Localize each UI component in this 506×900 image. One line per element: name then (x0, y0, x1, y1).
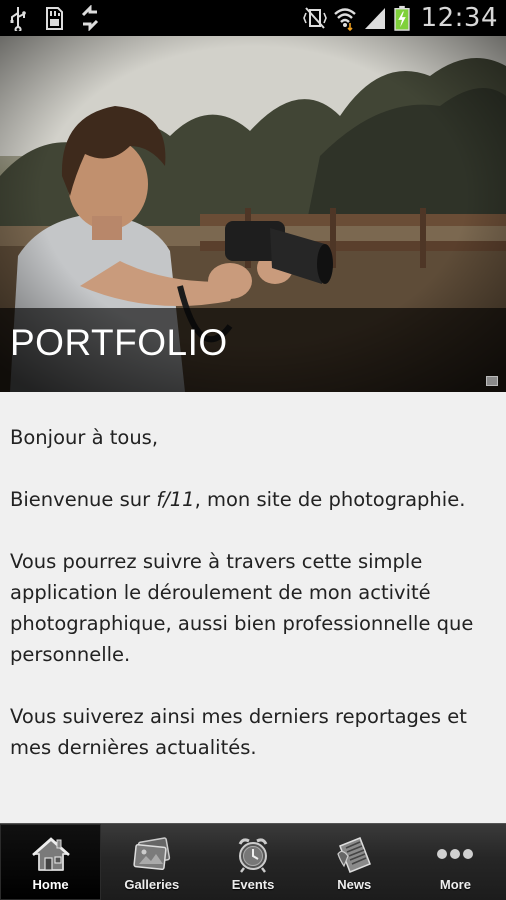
greeting-paragraph: Bonjour à tous, (10, 426, 159, 449)
newspaper-icon (332, 834, 376, 874)
site-name: f/11 (156, 488, 195, 511)
page-title: PORTFOLIO (10, 322, 228, 363)
tab-galleries[interactable]: Galleries (101, 824, 202, 900)
house-icon (29, 834, 73, 874)
welcome-suffix: , mon site de photographie. (194, 488, 466, 511)
sync-icon (78, 4, 102, 32)
status-left-icons (6, 4, 102, 33)
sd-card-icon (42, 5, 66, 31)
more-dots-icon (433, 834, 477, 874)
battery-charging-icon (393, 5, 411, 31)
signal-icon (363, 5, 387, 31)
vibrate-icon (302, 5, 327, 31)
tab-home[interactable]: Home (0, 824, 102, 900)
tab-events-label: Events (231, 877, 275, 892)
hero-banner: PORTFOLIO (0, 36, 506, 392)
welcome-prefix: Bienvenue sur (10, 488, 157, 511)
status-right-icons: 12:34 (302, 2, 498, 34)
photos-icon (130, 834, 174, 874)
tab-more-label: More (439, 877, 471, 892)
tab-more[interactable]: More (405, 824, 506, 900)
alarm-clock-icon (231, 834, 275, 874)
tab-home-label: Home (32, 877, 69, 892)
welcome-text: Bonjour à tous, Bienvenue sur f/11, mon … (0, 392, 506, 823)
tab-news-label: News (337, 877, 372, 892)
wifi-icon (333, 5, 357, 32)
welcome-paragraph: Bienvenue sur f/11, mon site de photogra… (10, 484, 496, 515)
tab-news[interactable]: News (304, 824, 405, 900)
tab-events[interactable]: Events (202, 824, 303, 900)
usb-icon (6, 5, 30, 33)
bottom-tab-bar: Home Galleries Events News More (0, 823, 506, 900)
intro-paragraph: Vous pourrez suivre à travers cette simp… (10, 550, 474, 666)
outro-paragraph: Vous suiverez ainsi mes derniers reporta… (10, 705, 467, 759)
status-bar: 12:34 (0, 0, 506, 36)
status-time: 12:34 (420, 3, 498, 33)
tab-galleries-label: Galleries (124, 877, 180, 892)
image-credit-badge (486, 376, 498, 386)
